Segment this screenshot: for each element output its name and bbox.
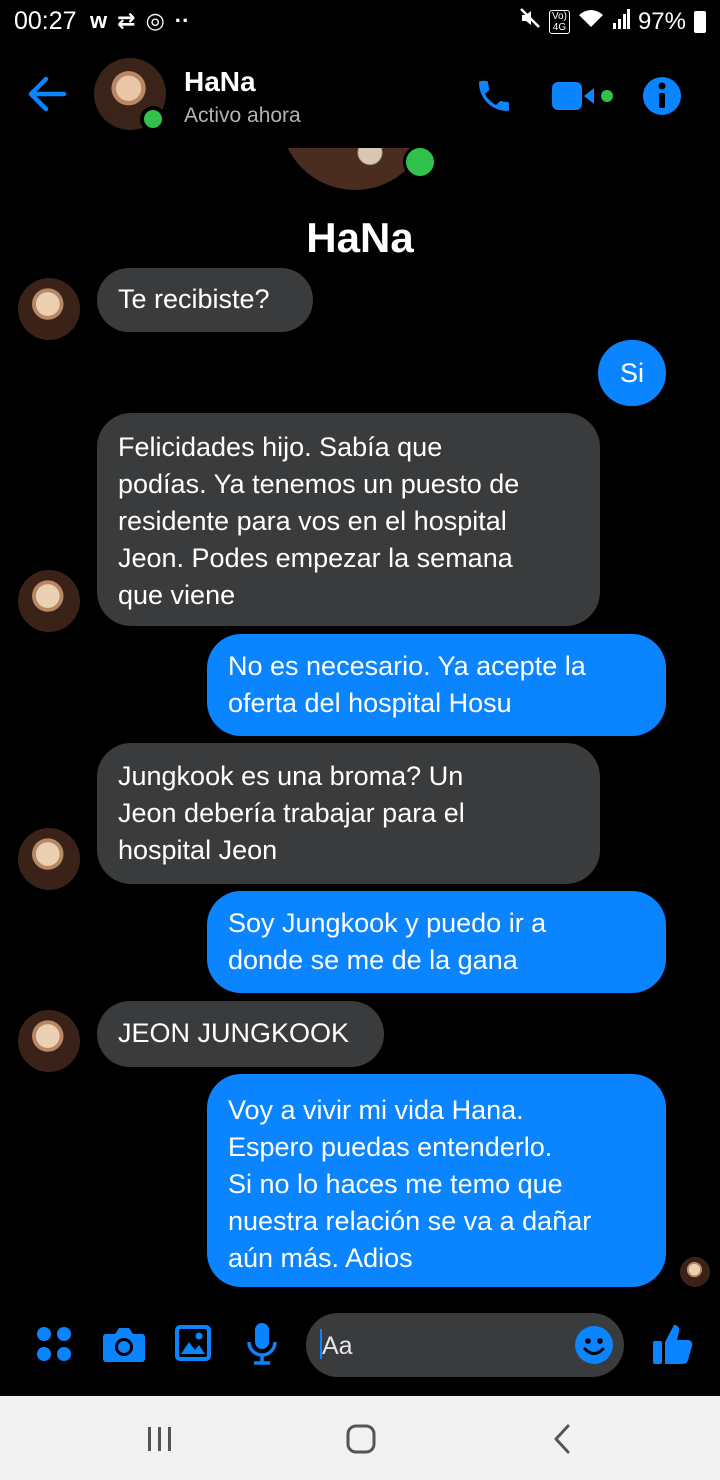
sender-avatar[interactable]	[18, 828, 80, 890]
profile-name: HaNa	[306, 214, 414, 261]
chat-header: HaNa Activo ahora	[0, 52, 720, 142]
signal-icon	[612, 8, 630, 36]
message-bubble-outgoing[interactable]: Si	[598, 340, 666, 406]
microphone-icon[interactable]	[246, 1322, 278, 1371]
status-bar: 00:27 w ⇄ ◎ ·· Vo) 4G 97%	[0, 0, 720, 44]
gallery-icon[interactable]	[174, 1324, 212, 1367]
message-bubble-incoming[interactable]: Te recibiste?	[97, 268, 313, 332]
contact-status: Activo ahora	[184, 104, 301, 127]
wifi-icon	[578, 8, 604, 36]
retweet-icon: ⇄	[117, 8, 136, 33]
mute-icon	[519, 7, 541, 36]
info-icon[interactable]	[642, 76, 682, 121]
message-bubble-outgoing[interactable]: Soy Jungkook y puedo ir a donde se me de…	[207, 891, 666, 993]
profile-online-indicator	[403, 145, 437, 179]
like-thumb-icon[interactable]	[652, 1322, 694, 1371]
phone-call-icon[interactable]	[474, 76, 514, 121]
message-input-box[interactable]	[306, 1313, 624, 1377]
sender-avatar[interactable]	[18, 278, 80, 340]
seen-receipt-avatar	[680, 1257, 710, 1287]
sender-avatar[interactable]	[18, 1010, 80, 1072]
camera-icon[interactable]	[102, 1324, 146, 1369]
home-icon[interactable]	[346, 1424, 376, 1459]
more-dots-icon: ··	[174, 8, 190, 33]
online-indicator	[140, 106, 166, 132]
message-composer	[0, 1310, 720, 1385]
volte-icon: Vo) 4G	[548, 9, 570, 34]
instagram-icon: ◎	[145, 8, 165, 33]
status-time: 00:27	[14, 7, 77, 35]
message-input[interactable]	[320, 1327, 564, 1365]
battery-percent: 97%	[637, 7, 686, 35]
contact-name[interactable]: HaNa	[184, 66, 256, 98]
message-bubble-outgoing[interactable]: Voy a vivir mi vida Hana. Espero puedas …	[207, 1074, 666, 1287]
apps-menu-icon[interactable]	[36, 1326, 72, 1367]
battery-icon	[694, 10, 706, 33]
w-icon: w	[90, 8, 108, 33]
video-call-icon[interactable]	[552, 80, 616, 117]
message-bubble-incoming[interactable]: JEON JUNGKOOK	[97, 1001, 384, 1067]
sender-avatar[interactable]	[18, 570, 80, 632]
system-nav-bar	[0, 1396, 720, 1480]
message-bubble-incoming[interactable]: Jungkook es una broma? Un Jeon debería t…	[97, 743, 600, 884]
emoji-icon[interactable]	[574, 1325, 614, 1370]
back-arrow-icon[interactable]	[26, 74, 72, 114]
message-bubble-outgoing[interactable]: No es necesario. Ya acepte la oferta del…	[207, 634, 666, 736]
recent-apps-icon[interactable]	[146, 1426, 174, 1457]
system-back-icon[interactable]	[552, 1424, 572, 1459]
message-bubble-incoming[interactable]: Felicidades hijo. Sabía que podías. Ya t…	[97, 413, 600, 626]
